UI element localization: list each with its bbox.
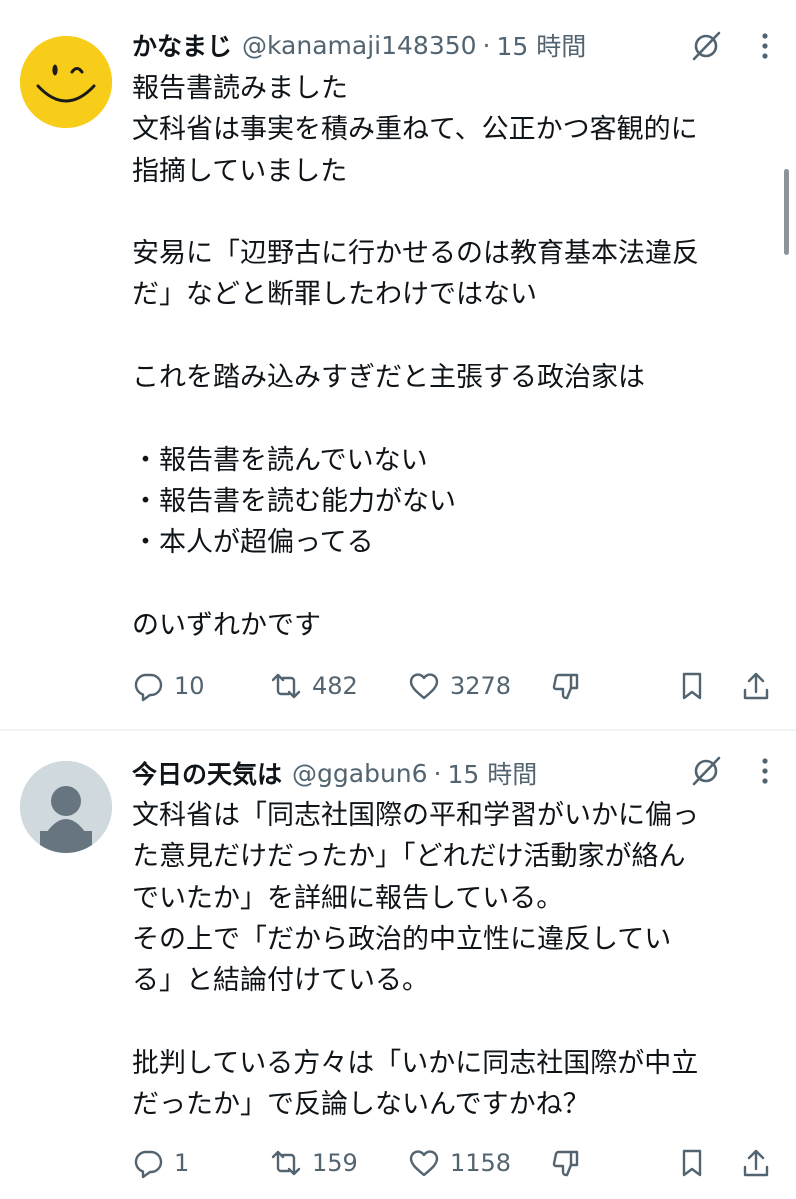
- display-name[interactable]: 今日の天気は: [132, 755, 282, 791]
- post-header: かなまじ @kanamaji148350 · 15 時間: [132, 25, 586, 65]
- retweet-icon: [271, 1150, 301, 1176]
- reply-button[interactable]: 10: [132, 668, 205, 704]
- like-icon: [409, 1150, 439, 1177]
- dislike-button[interactable]: [550, 668, 582, 704]
- smiley-wink-avatar-icon: [20, 36, 112, 128]
- post-text: 報告書読みました 文科省は事実を積み重ねて、公正かつ客観的に 指摘していました …: [132, 73, 699, 641]
- share-icon: [743, 1149, 769, 1177]
- grok-icon[interactable]: [689, 754, 723, 788]
- like-icon: [409, 673, 439, 700]
- reply-icon: [134, 1150, 163, 1179]
- reply-count: 1: [174, 1149, 190, 1177]
- default-person-avatar-icon: [20, 761, 112, 853]
- user-handle[interactable]: @kanamaji148350: [242, 31, 477, 60]
- scrollbar[interactable]: [784, 169, 789, 255]
- like-button[interactable]: 1158: [408, 1145, 511, 1181]
- avatar[interactable]: [20, 761, 112, 853]
- timestamp[interactable]: 15 時間: [448, 755, 538, 791]
- post-header: 今日の天気は @ggabun6 · 15 時間: [132, 753, 537, 793]
- retweet-count: 159: [312, 1149, 358, 1177]
- retweet-button[interactable]: 159: [270, 1145, 358, 1181]
- share-icon: [743, 672, 769, 700]
- retweet-icon: [271, 673, 301, 699]
- dislike-button[interactable]: [550, 1145, 582, 1181]
- more-icon[interactable]: [750, 756, 780, 786]
- post-text: 文科省は「同志社国際の平和学習がいかに偏っ た意見だけだったか」「どれだけ活動家…: [132, 800, 699, 1121]
- bookmark-button[interactable]: [676, 668, 708, 704]
- dislike-icon: [552, 673, 579, 700]
- post[interactable]: かなまじ @kanamaji148350 · 15 時間 報告書読みました 文科…: [0, 0, 796, 731]
- reply-icon: [134, 673, 163, 702]
- avatar[interactable]: [20, 36, 112, 128]
- like-button[interactable]: 3278: [408, 668, 511, 704]
- action-bar: 10 482 3278: [132, 668, 782, 704]
- bookmark-icon: [682, 1149, 702, 1177]
- retweet-button[interactable]: 482: [270, 668, 358, 704]
- reply-button[interactable]: 1: [132, 1145, 189, 1181]
- like-count: 1158: [450, 1149, 512, 1177]
- reply-count: 10: [174, 672, 205, 700]
- like-count: 3278: [450, 672, 512, 700]
- timestamp[interactable]: 15 時間: [497, 27, 587, 63]
- dislike-icon: [552, 1150, 579, 1177]
- separator: ·: [433, 758, 442, 788]
- display-name[interactable]: かなまじ: [132, 27, 232, 63]
- grok-icon[interactable]: [689, 29, 723, 63]
- post[interactable]: 今日の天気は @ggabun6 · 15 時間 文科省は「同志社国際の平和学習が…: [0, 731, 796, 1199]
- separator: ·: [482, 30, 491, 60]
- action-bar: 1 159 1158: [132, 1145, 782, 1181]
- bookmark-button[interactable]: [676, 1145, 708, 1181]
- retweet-count: 482: [312, 672, 358, 700]
- more-icon[interactable]: [750, 31, 780, 61]
- bookmark-icon: [682, 672, 702, 700]
- share-button[interactable]: [740, 668, 772, 704]
- share-button[interactable]: [740, 1145, 772, 1181]
- user-handle[interactable]: @ggabun6: [292, 759, 428, 788]
